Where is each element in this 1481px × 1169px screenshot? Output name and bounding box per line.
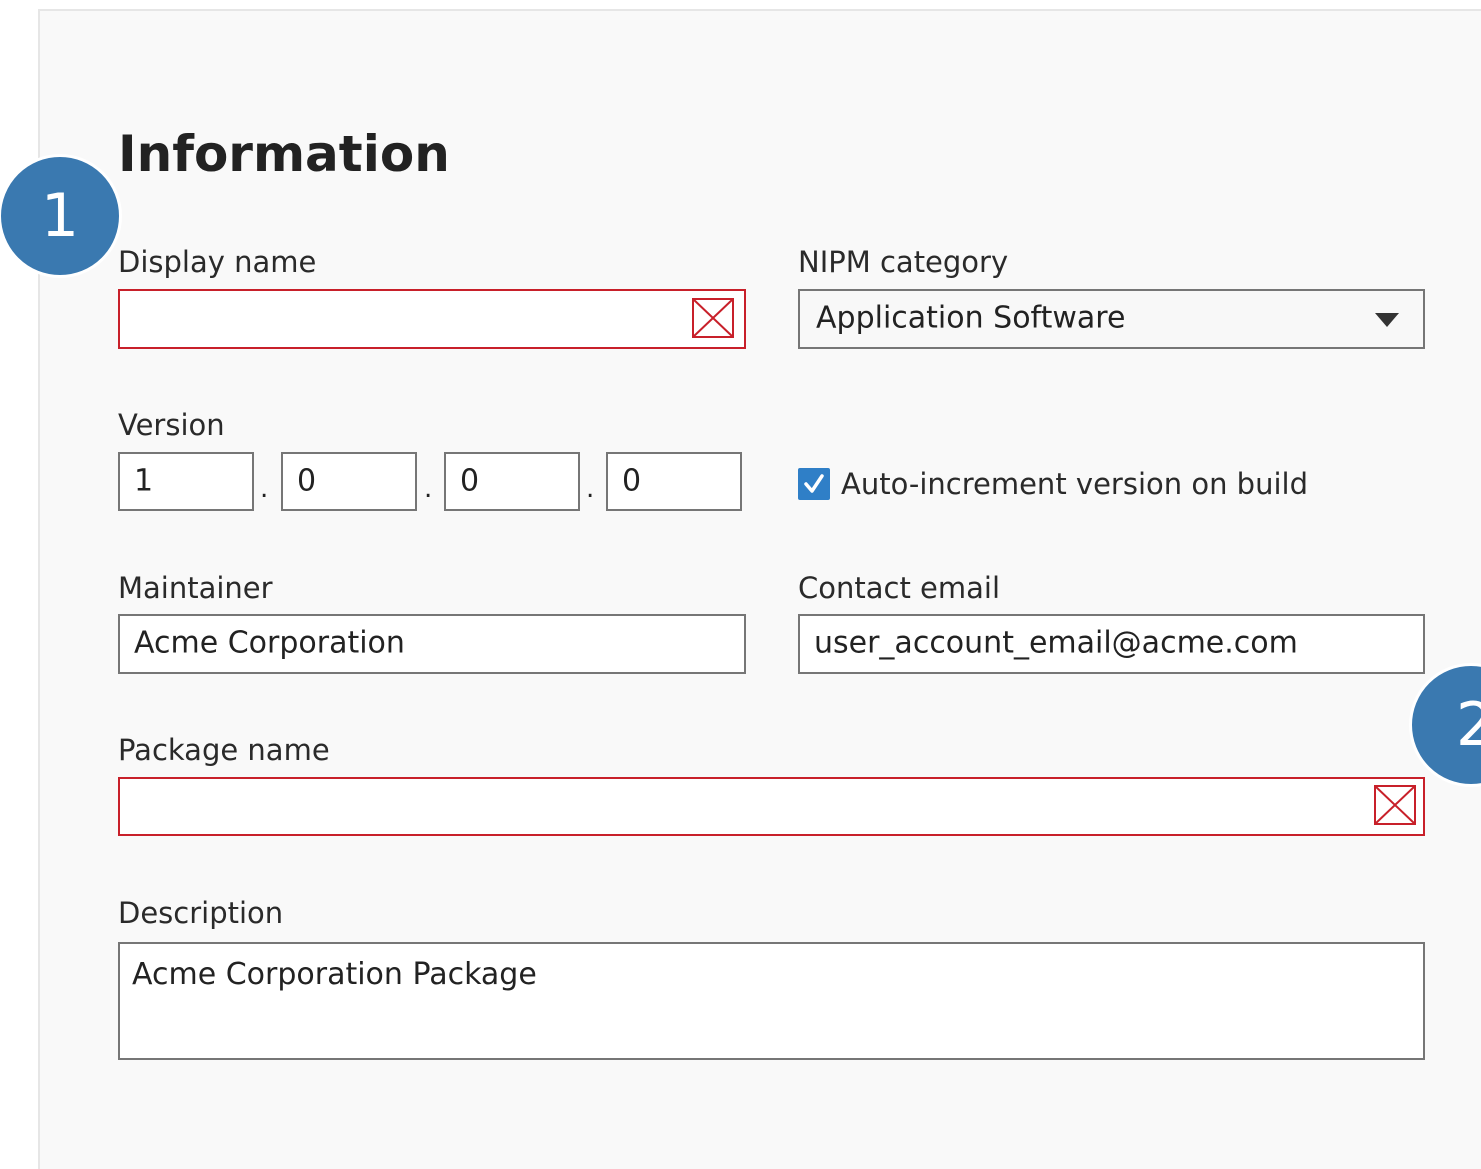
maintainer-input[interactable]: Acme Corporation <box>118 614 746 674</box>
package-name-label: Package name <box>118 733 330 767</box>
section-title: Information <box>118 125 450 183</box>
package-name-input[interactable] <box>118 777 1425 836</box>
version-major-input[interactable]: 1 <box>118 452 254 511</box>
version-label: Version <box>118 408 225 442</box>
auto-increment-label[interactable]: Auto-increment version on build <box>841 466 1308 502</box>
error-icon <box>1374 785 1416 825</box>
maintainer-label: Maintainer <box>118 571 273 605</box>
auto-increment-checkbox[interactable] <box>798 468 830 500</box>
version-separator: . <box>586 474 595 504</box>
version-revision-value: 0 <box>622 462 642 498</box>
nipm-category-value: Application Software <box>816 300 1126 336</box>
contact-email-input[interactable]: user_account_email@acme.com <box>798 614 1425 674</box>
maintainer-value: Acme Corporation <box>134 625 405 661</box>
description-value: Acme Corporation Package <box>132 957 537 992</box>
version-separator: . <box>424 474 433 504</box>
contact-email-value: user_account_email@acme.com <box>814 625 1298 661</box>
version-minor-input[interactable]: 0 <box>281 452 417 511</box>
error-icon <box>692 298 734 338</box>
display-name-input[interactable] <box>118 289 746 349</box>
version-minor-value: 0 <box>297 462 317 498</box>
description-textarea[interactable]: Acme Corporation Package <box>118 942 1425 1060</box>
version-revision-input[interactable]: 0 <box>606 452 742 511</box>
chevron-down-icon[interactable] <box>1375 313 1399 327</box>
description-label: Description <box>118 896 284 930</box>
version-build-input[interactable]: 0 <box>444 452 580 511</box>
callout-badge-1: 1 <box>0 154 122 278</box>
contact-email-label: Contact email <box>798 571 1001 605</box>
nipm-category-select[interactable]: Application Software <box>798 289 1425 349</box>
checkmark-icon <box>804 474 824 493</box>
version-separator: . <box>260 474 269 504</box>
version-build-value: 0 <box>460 462 480 498</box>
nipm-category-label: NIPM category <box>798 245 1009 279</box>
version-major-value: 1 <box>134 462 154 498</box>
display-name-label: Display name <box>118 245 317 279</box>
